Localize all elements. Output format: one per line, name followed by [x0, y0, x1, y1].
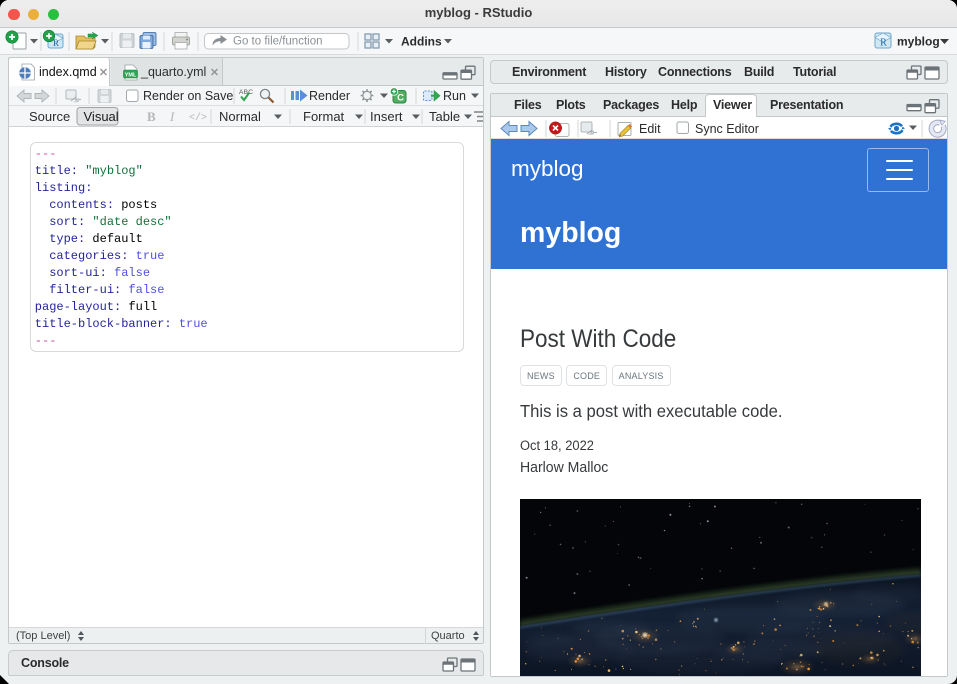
svg-text:Go to file/function: Go to file/function [233, 36, 323, 48]
svg-text:Edit: Edit [639, 122, 661, 136]
svg-text:Visual: Visual [84, 109, 119, 124]
svg-text:myblog: myblog [897, 35, 940, 49]
svg-text:YML: YML [125, 72, 137, 78]
svg-text:Insert: Insert [370, 109, 403, 124]
svg-text:Source: Source [29, 109, 70, 124]
svg-text:Sync Editor: Sync Editor [695, 122, 759, 136]
svg-text:_quarto.yml: _quarto.yml [140, 65, 206, 79]
svg-text:ABC: ABC [239, 89, 253, 96]
svg-text:C: C [397, 93, 404, 104]
svg-text:Table: Table [429, 109, 460, 124]
svg-text:I: I [169, 109, 175, 124]
svg-text:Addins: Addins [401, 35, 442, 49]
svg-text:B: B [147, 109, 156, 124]
svg-text:Normal: Normal [219, 109, 261, 124]
svg-text:Run: Run [443, 89, 466, 103]
svg-text:</>: </> [189, 112, 207, 124]
svg-text:Render: Render [309, 89, 350, 103]
svg-text:Format: Format [303, 109, 345, 124]
svg-text:index.qmd: index.qmd [39, 65, 97, 79]
svg-text:R: R [880, 38, 887, 49]
svg-text:Render on Save: Render on Save [143, 89, 233, 103]
